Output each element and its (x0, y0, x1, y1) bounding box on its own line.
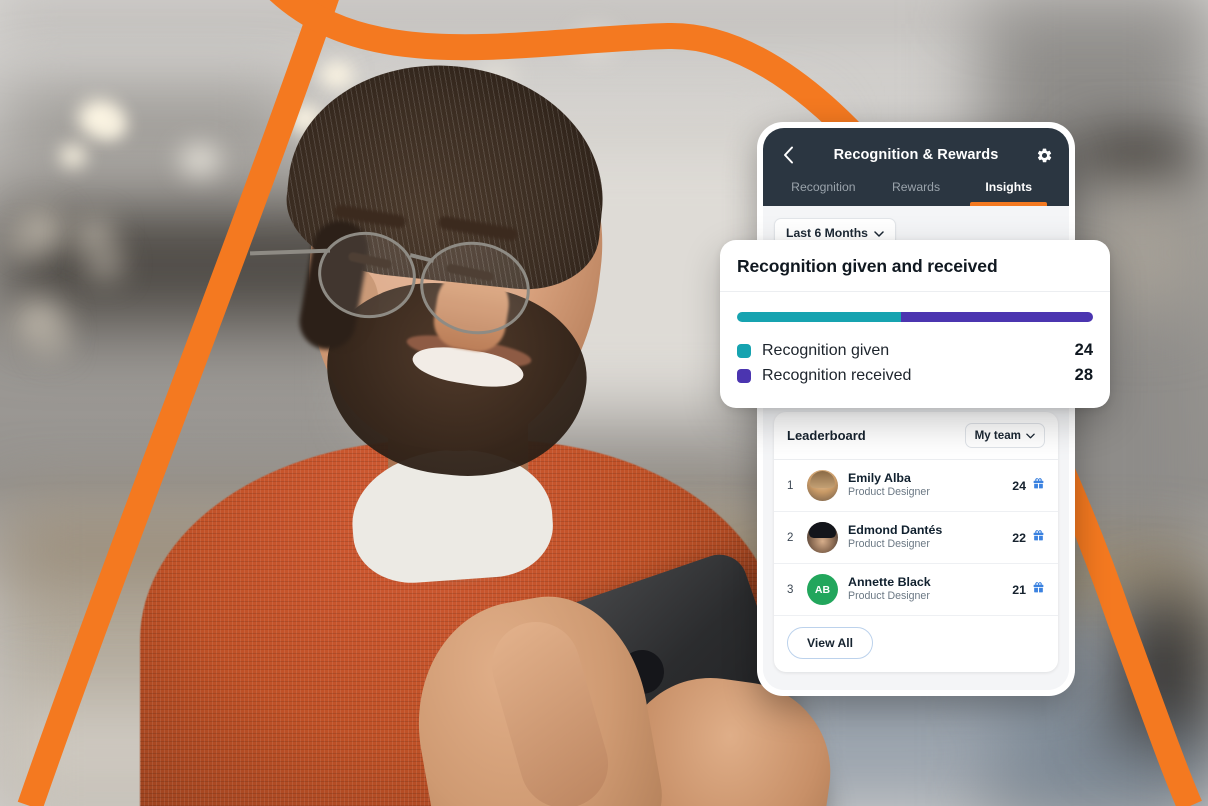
leaderboard-rank: 2 (787, 531, 794, 544)
legend-value-received: 28 (1074, 366, 1093, 384)
gift-icon (1032, 529, 1045, 547)
leaderboard-meta: 21 (1012, 581, 1045, 599)
tab-bar: Recognition Rewards Insights (777, 180, 1055, 206)
recognition-chart-body: Recognition given 24 Recognition receive… (720, 292, 1110, 408)
view-all-button[interactable]: View All (787, 627, 874, 659)
leaderboard-meta: 22 (1012, 529, 1045, 547)
photo-dark-right (1120, 600, 1208, 740)
stacked-bar (737, 312, 1093, 322)
photo-right-dark-panel (1080, 135, 1190, 177)
table-row[interactable]: 3 AB Annette Black Product Designer 21 (774, 564, 1058, 616)
tab-rewards[interactable]: Rewards (870, 180, 963, 206)
gear-icon[interactable] (1033, 144, 1055, 166)
legend-label-received: Recognition received (762, 366, 912, 384)
phone-mockup: Recognition & Rewards Recognition Reward… (757, 122, 1075, 696)
stacked-bar-segment-received (901, 312, 1093, 322)
leaderboard-name: Edmond Dantés (848, 522, 943, 537)
chevron-down-icon (1026, 429, 1035, 442)
legend-value-given: 24 (1074, 341, 1093, 359)
table-row[interactable]: 1 Emily Alba Product Designer 24 (774, 460, 1058, 512)
leaderboard-rank: 3 (787, 583, 794, 596)
tab-recognition[interactable]: Recognition (777, 180, 870, 206)
leaderboard-person: Annette Black Product Designer (848, 575, 931, 604)
leaderboard-header: Leaderboard My team (774, 412, 1058, 460)
table-row[interactable]: 2 Edmond Dantés Product Designer 22 (774, 512, 1058, 564)
bokeh-light (90, 250, 120, 278)
leaderboard-role: Product Designer (848, 590, 930, 603)
gift-icon (1032, 477, 1045, 495)
chart-legend: Recognition given 24 Recognition receive… (737, 338, 1093, 388)
legend-label-given: Recognition given (762, 341, 890, 359)
chevron-down-icon (874, 226, 884, 240)
legend-item: Recognition received 28 (737, 363, 1093, 388)
bokeh-light (60, 145, 86, 167)
legend-swatch-received (737, 368, 751, 383)
app-header: Recognition & Rewards Recognition Reward… (763, 128, 1069, 206)
team-scope-select[interactable]: My team (964, 423, 1045, 448)
leaderboard-title: Leaderboard (787, 428, 866, 443)
avatar (807, 522, 838, 553)
leaderboard-card: Leaderboard My team 1 Emily Alba Product… (774, 412, 1058, 672)
bokeh-light (76, 218, 112, 252)
leaderboard-rank: 1 (787, 479, 794, 492)
avatar: AB (807, 574, 838, 605)
gift-icon (1032, 581, 1045, 599)
photo-person (120, 50, 842, 806)
leaderboard-role: Product Designer (848, 538, 930, 551)
leaderboard-role: Product Designer (848, 486, 930, 499)
page-title: Recognition & Rewards (833, 147, 999, 163)
legend-swatch-given (737, 343, 751, 358)
recognition-chart-title: Recognition given and received (737, 256, 998, 276)
leaderboard-person: Edmond Dantés Product Designer (848, 523, 942, 552)
leaderboard-score: 21 (1012, 582, 1026, 597)
leaderboard-score: 22 (1012, 530, 1026, 545)
bokeh-light (40, 330, 66, 354)
tab-insights[interactable]: Insights (962, 180, 1055, 206)
bokeh-light (578, 30, 612, 54)
leaderboard-person: Emily Alba Product Designer (848, 471, 930, 500)
stacked-bar-segment-given (737, 312, 902, 322)
team-scope-label: My team (974, 429, 1021, 442)
leaderboard-name: Emily Alba (848, 470, 911, 485)
phone-screen: Recognition & Rewards Recognition Reward… (763, 128, 1069, 690)
leaderboard-name: Annette Black (848, 574, 931, 589)
date-range-label: Last 6 Months (786, 226, 868, 240)
recognition-chart-header: Recognition given and received (720, 240, 1110, 292)
leaderboard-score: 24 (1012, 478, 1026, 493)
app-header-top: Recognition & Rewards (777, 142, 1055, 168)
chevron-left-icon[interactable] (777, 144, 799, 166)
recognition-chart-card: Recognition given and received Recogniti… (720, 240, 1110, 408)
legend-item: Recognition given 24 (737, 338, 1093, 363)
avatar (807, 470, 838, 501)
leaderboard-meta: 24 (1012, 477, 1045, 495)
bokeh-light (10, 232, 36, 254)
